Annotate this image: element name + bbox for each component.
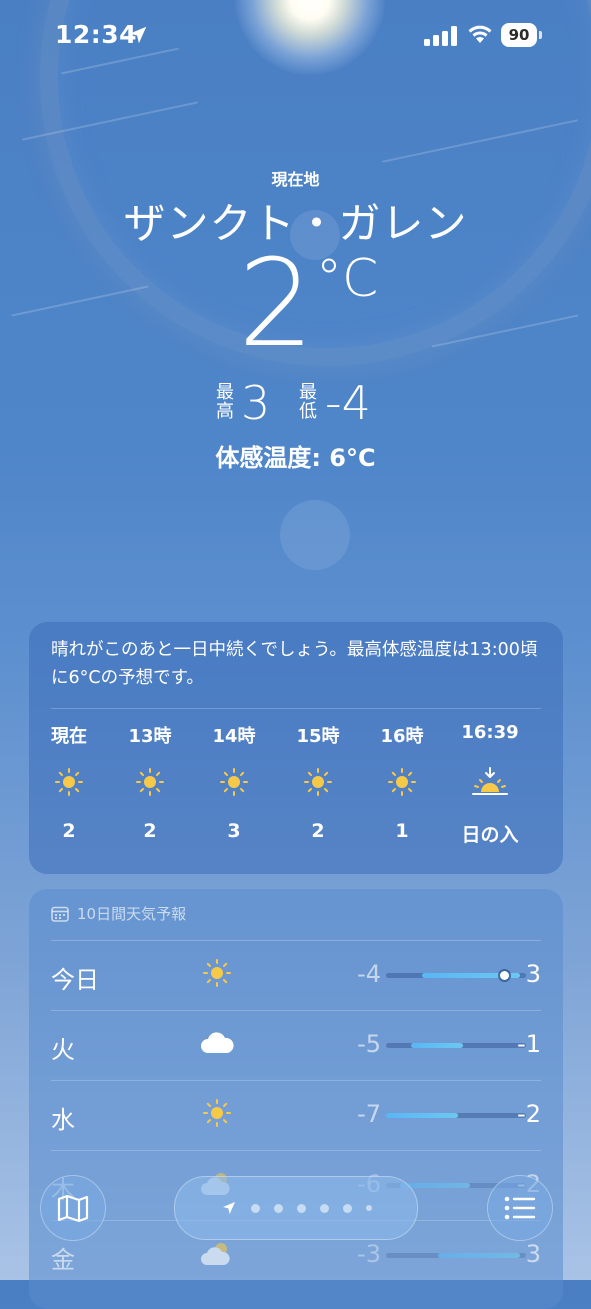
day-row[interactable]: 水 -7 -2 [51,1080,541,1150]
bottom-toolbar [0,1150,591,1280]
page-dot [342,1203,352,1213]
hour-temperature: 1 [395,820,409,842]
day-high: 3 [525,960,541,988]
hour-label: 13時 [128,726,172,747]
page-dot [250,1203,260,1213]
sun-icon [220,768,248,796]
forecast-summary: 晴れがこのあと一日中続くでしょう。最高体感温度は13:00頃に6°Cの予想です。 [51,640,538,688]
day-row[interactable]: 火 -5 -1 [51,1010,541,1080]
page-dot [296,1203,306,1213]
hour-temperature: 2 [62,820,76,842]
hour-label: 16時 [380,726,424,747]
hour-item[interactable]: 14時 3 [199,722,269,842]
sun-icon [136,768,164,796]
hour-label: 現在 [51,726,87,747]
sun-icon [203,1099,231,1127]
page-dot [273,1203,283,1213]
map-button[interactable] [40,1175,106,1241]
sunset-icon [472,767,508,795]
feels-like: 体感温度: 6°C [215,444,376,472]
day-low: -4 [357,960,381,988]
day-high: -2 [517,1100,541,1128]
hourly-forecast-card[interactable]: 晴れがこのあと一日中続くでしょう。最高体感温度は13:00頃に6°Cの予想です。… [29,622,563,874]
day-name: 水 [51,1106,75,1134]
temperature-range-fill [386,1113,458,1118]
sun-icon [304,768,332,796]
sun-icon [55,768,83,796]
calendar-icon [51,906,69,922]
list-icon [504,1196,536,1220]
status-bar: 12:34 90 [0,0,591,70]
temperature-unit: °C [316,249,379,309]
hour-label: 15時 [296,726,340,747]
high-low: 最高 3 最低 -4 [0,378,591,438]
hour-temperature: 日の入 [461,824,519,846]
temperature-value: 2 [238,235,315,374]
divider [51,708,541,709]
status-time: 12:34 [55,20,138,49]
day-row[interactable]: 今日 -4 3 [51,940,541,1010]
hour-temperature: 2 [311,820,325,842]
hour-item[interactable]: 現在 2 [34,722,104,842]
page-dot [319,1203,329,1213]
day-low: -5 [357,1030,381,1058]
day-name: 今日 [51,966,99,994]
low-label: 最低 [299,382,317,422]
location-label: 現在地 [271,170,320,189]
day-name: 火 [51,1036,75,1064]
hour-item[interactable]: 16:39 日の入 [455,722,525,847]
high-label: 最高 [216,382,234,422]
page-indicator[interactable] [174,1176,418,1240]
location-arrow-icon [222,1202,235,1214]
hour-temperature: 3 [227,820,241,842]
battery-tip [539,31,542,39]
day-high: -1 [517,1030,541,1058]
cloud-icon [201,1032,234,1053]
location-arrow-icon [129,26,147,44]
city-list-button[interactable] [487,1175,553,1241]
hour-label: 14時 [212,726,256,747]
battery-icon: 90 [501,23,537,47]
hour-item[interactable]: 13時 2 [115,722,185,842]
map-icon [57,1194,89,1223]
sun-icon [388,768,416,796]
page-dot [365,1205,372,1211]
hour-label: 16:39 [461,722,519,743]
battery-level: 90 [508,26,530,44]
wifi-icon [468,25,492,43]
cellular-signal-icon [424,26,457,46]
current-temperature: 2 °C [0,235,591,375]
hour-item[interactable]: 16時 1 [367,722,437,842]
low-value: -4 [325,376,371,430]
temperature-range-fill [411,1043,463,1048]
hour-temperature: 2 [143,820,157,842]
high-value: 3 [241,376,271,430]
day-low: -7 [357,1100,381,1128]
daily-forecast-title: 10日間天気予報 [77,905,187,923]
daily-forecast-header: 10日間天気予報 [51,903,186,924]
sun-icon [203,959,231,987]
hour-item[interactable]: 15時 2 [283,722,353,842]
